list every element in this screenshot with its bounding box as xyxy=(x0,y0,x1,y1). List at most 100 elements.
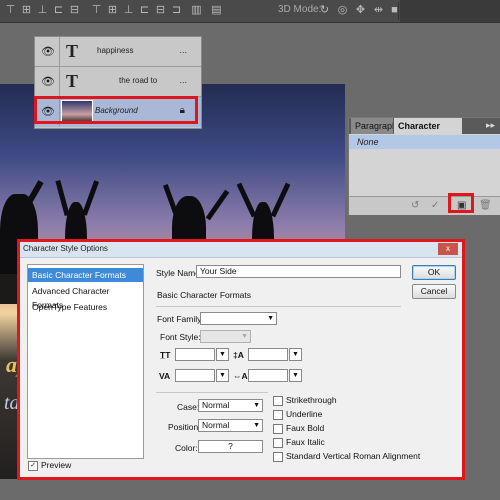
distribute-right-icon[interactable]: ⊐ xyxy=(170,4,183,17)
checkbox-box xyxy=(273,409,283,420)
layer-menu[interactable]: ... xyxy=(179,45,187,55)
font-family-label: Font Family: xyxy=(157,314,204,324)
3d-rotate-icon[interactable]: ↻ xyxy=(318,4,331,17)
toolbar-divider xyxy=(398,2,399,20)
close-button[interactable]: x xyxy=(438,243,458,255)
preview-check-icon: ✓ xyxy=(28,460,38,471)
text-layer-icon: T xyxy=(66,41,79,61)
checkbox-label: Standard Vertical Roman Alignment xyxy=(286,451,421,461)
3d-drag-icon[interactable]: ✥ xyxy=(354,4,367,17)
layer-menu[interactable]: ... xyxy=(179,75,187,85)
delete-icon[interactable]: 🗑︎ xyxy=(479,200,492,211)
layer-divider xyxy=(59,67,60,96)
panel-footer: ↺ ✓ ▣ 🗑︎ xyxy=(349,196,500,215)
align-top-icon[interactable]: ⊤ xyxy=(4,4,17,17)
case-label: Case: xyxy=(177,402,200,412)
dropdown-arrow-icon: ▼ xyxy=(267,315,274,322)
style-name-input[interactable]: Your Side xyxy=(196,265,401,278)
section-list: Basic Character Formats Advanced Charact… xyxy=(27,264,144,459)
dialog-title: Character Style Options xyxy=(23,244,108,253)
preview-label: Preview xyxy=(41,460,72,470)
color-swatch[interactable]: ? xyxy=(198,440,263,453)
silhouette-arm-3 xyxy=(81,180,100,216)
tab-character-styles[interactable]: Character Styles xyxy=(394,118,462,147)
silhouette-arm-2 xyxy=(55,179,70,217)
3d-roll-icon[interactable]: ◎ xyxy=(336,4,349,17)
background-layer-highlight xyxy=(34,96,198,124)
checkbox-label: Faux Bold xyxy=(286,423,325,433)
cancel-button[interactable]: Cancel xyxy=(412,284,456,299)
silhouette-arm-5 xyxy=(205,189,230,221)
checkbox-box xyxy=(273,395,283,406)
panel-tabs: Paragraph Character Styles ▸▸ xyxy=(349,118,500,147)
layer-row-the-road-to[interactable]: 👁 T the road to ... xyxy=(35,67,201,97)
silhouette-arm-4 xyxy=(163,184,178,214)
section-opentype-features[interactable]: OpenType Features xyxy=(28,300,143,314)
font-size-select[interactable] xyxy=(175,348,215,361)
text-layer-icon: T xyxy=(66,71,79,91)
leading-icon: ‡A xyxy=(233,350,244,360)
strikethrough-checkbox[interactable]: Strikethrough xyxy=(273,395,337,406)
tracking-dropdown[interactable]: ▼ xyxy=(289,369,302,382)
kerning-select[interactable] xyxy=(175,369,215,382)
standard-vertical-roman-alignment-checkbox[interactable]: Standard Vertical Roman Alignment xyxy=(273,451,420,462)
faux-italic-checkbox[interactable]: Faux Italic xyxy=(273,437,325,448)
clear-override-icon[interactable]: ↺ xyxy=(411,200,419,211)
ok-button[interactable]: OK xyxy=(412,265,456,280)
kerning-dropdown[interactable]: ▼ xyxy=(216,369,229,382)
eye-icon[interactable]: 👁 xyxy=(41,45,55,58)
leading-dropdown[interactable]: ▼ xyxy=(289,348,302,361)
font-style-label: Font Style: xyxy=(160,332,201,342)
separator xyxy=(156,392,268,393)
align-vertical-center-icon[interactable]: ⊞ xyxy=(20,4,33,17)
checkbox-label: Underline xyxy=(286,409,323,419)
section-heading: Basic Character Formats xyxy=(157,290,251,300)
style-item-none[interactable]: None xyxy=(349,135,500,149)
align-bottom-icon[interactable]: ⊥ xyxy=(36,4,49,17)
options-toolbar: ⊤ ⊞ ⊥ ⊏ ⊟ ⊤ ⊞ ⊥ ⊏ ⊟ ⊐ ▥ ▤ 3D Mode: ↻ ◎ ✥… xyxy=(0,0,500,23)
panel-menu-icon[interactable]: ▸▸ xyxy=(486,120,495,131)
position-value: Normal xyxy=(202,420,230,430)
underline-checkbox[interactable]: Underline xyxy=(273,409,322,420)
case-select[interactable]: Normal ▼ xyxy=(198,399,263,412)
layer-name: happiness xyxy=(97,46,134,55)
dropdown-arrow-icon: ▼ xyxy=(253,422,260,429)
section-advanced-character-formats[interactable]: Advanced Character Formats xyxy=(28,284,143,310)
font-family-select[interactable]: ▼ xyxy=(200,312,277,325)
tab-paragraph[interactable]: Paragraph xyxy=(351,118,393,134)
3d-slide-icon[interactable]: ⇹ xyxy=(372,4,385,17)
align-left-icon[interactable]: ⊏ xyxy=(52,4,65,17)
section-basic-character-formats[interactable]: Basic Character Formats xyxy=(28,268,143,282)
dropdown-arrow-icon: ▼ xyxy=(253,402,260,409)
font-size-icon: T̲T xyxy=(160,350,171,360)
font-size-dropdown[interactable]: ▼ xyxy=(216,348,229,361)
leading-select[interactable] xyxy=(248,348,288,361)
kerning-icon: VA xyxy=(159,371,171,381)
distribute-bottom-icon[interactable]: ⊥ xyxy=(122,4,135,17)
checkbox-box xyxy=(273,437,283,448)
color-label: Color: xyxy=(175,443,198,453)
eye-icon[interactable]: 👁 xyxy=(41,75,55,88)
tracking-select[interactable] xyxy=(248,369,288,382)
faux-bold-checkbox[interactable]: Faux Bold xyxy=(273,423,324,434)
distribute-left-icon[interactable]: ⊏ xyxy=(138,4,151,17)
font-style-select[interactable]: ▼ xyxy=(200,330,251,343)
dialog-title-bar[interactable]: Character Style Options x xyxy=(20,242,462,258)
workspace-area xyxy=(400,0,500,22)
align-horizontal-center-icon[interactable]: ⊟ xyxy=(68,4,81,17)
new-style-highlight xyxy=(448,193,474,213)
auto-distribute-icon[interactable]: ▤ xyxy=(210,4,223,17)
checkbox-box xyxy=(273,423,283,434)
distribute-top-icon[interactable]: ⊤ xyxy=(90,4,103,17)
auto-align-icon[interactable]: ▥ xyxy=(190,4,203,17)
tracking-icon: ⇔A xyxy=(233,371,248,381)
3d-mode-label: 3D Mode: xyxy=(278,4,322,15)
checkbox-label: Strikethrough xyxy=(286,395,337,405)
layer-row-happiness[interactable]: 👁 T happiness ... xyxy=(35,37,201,67)
distribute-center-icon[interactable]: ⊞ xyxy=(106,4,119,17)
preview-checkbox[interactable]: ✓ Preview xyxy=(28,460,71,471)
separator xyxy=(156,306,401,307)
position-select[interactable]: Normal ▼ xyxy=(198,419,263,432)
redefine-icon[interactable]: ✓ xyxy=(431,200,439,211)
distribute-horizontal-icon[interactable]: ⊟ xyxy=(154,4,167,17)
